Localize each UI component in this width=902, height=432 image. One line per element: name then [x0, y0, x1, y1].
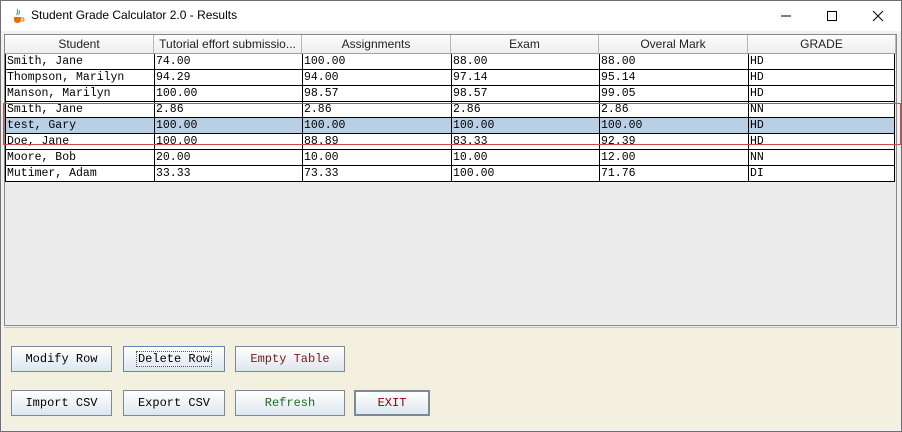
export-csv-label: Export CSV — [137, 396, 210, 410]
cell-assignments[interactable]: 73.33 — [303, 166, 452, 181]
cell-tutorial[interactable]: 94.29 — [155, 70, 303, 85]
close-button[interactable] — [855, 1, 901, 31]
cell-student[interactable]: Moore, Bob — [6, 150, 155, 165]
cell-overall-mark[interactable]: 92.39 — [600, 134, 749, 149]
export-csv-button[interactable]: Export CSV — [123, 390, 225, 416]
column-header-grade[interactable]: GRADE — [748, 35, 896, 53]
cell-assignments[interactable]: 98.57 — [303, 86, 452, 101]
cell-grade[interactable]: HD — [749, 118, 894, 133]
maximize-icon — [827, 11, 837, 21]
cell-grade[interactable]: HD — [749, 134, 894, 149]
cell-assignments[interactable]: 100.00 — [303, 54, 452, 69]
cell-overall-mark[interactable]: 2.86 — [600, 102, 749, 117]
column-header-exam[interactable]: Exam — [451, 35, 599, 53]
cell-overall-mark[interactable]: 95.14 — [600, 70, 749, 85]
refresh-label: Refresh — [264, 396, 316, 410]
empty-table-label: Empty Table — [250, 352, 330, 366]
modify-row-button[interactable]: Modify Row — [11, 346, 112, 372]
cell-student[interactable]: Thompson, Marilyn — [6, 70, 155, 85]
results-table[interactable]: Student Tutorial effort submissio... Ass… — [3, 34, 901, 326]
column-header-overall-mark[interactable]: Overal Mark — [599, 35, 748, 53]
table-row[interactable]: Manson, Marilyn 100.00 98.57 98.57 99.05… — [6, 85, 894, 101]
cell-exam[interactable]: 100.00 — [452, 118, 600, 133]
cell-student[interactable]: Manson, Marilyn — [6, 86, 155, 101]
cell-tutorial[interactable]: 2.86 — [155, 102, 303, 117]
cell-tutorial[interactable]: 100.00 — [155, 134, 303, 149]
cell-exam[interactable]: 2.86 — [452, 102, 600, 117]
cell-grade[interactable]: NN — [749, 150, 894, 165]
cell-tutorial[interactable]: 100.00 — [155, 118, 303, 133]
close-icon — [872, 10, 884, 22]
cell-overall-mark[interactable]: 100.00 — [600, 118, 749, 133]
cell-exam[interactable]: 97.14 — [452, 70, 600, 85]
cell-tutorial[interactable]: 100.00 — [155, 86, 303, 101]
cell-student[interactable]: Smith, Jane — [6, 54, 155, 69]
table-row[interactable]: Smith, Jane 2.86 2.86 2.86 2.86 NN — [6, 101, 894, 117]
maximize-button[interactable] — [809, 1, 855, 31]
table-row[interactable]: Thompson, Marilyn 94.29 94.00 97.14 95.1… — [6, 69, 894, 85]
modify-row-label: Modify Row — [25, 352, 98, 366]
cell-grade[interactable]: HD — [749, 54, 894, 69]
cell-assignments[interactable]: 100.00 — [303, 118, 452, 133]
delete-row-button[interactable]: Delete Row — [123, 346, 225, 372]
cell-grade[interactable]: HD — [749, 86, 894, 101]
exit-button[interactable]: EXIT — [354, 390, 430, 416]
cell-exam[interactable]: 83.33 — [452, 134, 600, 149]
cell-student[interactable]: Doe, Jane — [6, 134, 155, 149]
window-title: Student Grade Calculator 2.0 - Results — [31, 8, 238, 22]
table-row[interactable]: Smith, Jane 74.00 100.00 88.00 88.00 HD — [6, 54, 894, 69]
cell-tutorial[interactable]: 74.00 — [155, 54, 303, 69]
java-cup-icon — [10, 8, 26, 24]
cell-overall-mark[interactable]: 88.00 — [600, 54, 749, 69]
app-window: Student Grade Calculator 2.0 - Results S… — [0, 0, 902, 432]
minimize-button[interactable] — [763, 1, 809, 31]
table-row[interactable]: Mutimer, Adam 33.33 73.33 100.00 71.76 D… — [6, 165, 894, 181]
column-header-assignments[interactable]: Assignments — [302, 35, 451, 53]
table-row-selected[interactable]: test, Gary 100.00 100.00 100.00 100.00 H… — [6, 117, 894, 133]
cell-exam[interactable]: 88.00 — [452, 54, 600, 69]
cell-tutorial[interactable]: 20.00 — [155, 150, 303, 165]
empty-table-button[interactable]: Empty Table — [235, 346, 345, 372]
cell-grade[interactable]: HD — [749, 70, 894, 85]
refresh-button[interactable]: Refresh — [235, 390, 345, 416]
delete-row-label: Delete Row — [135, 351, 213, 367]
import-csv-button[interactable]: Import CSV — [11, 390, 112, 416]
cell-overall-mark[interactable]: 71.76 — [600, 166, 749, 181]
table-header: Student Tutorial effort submissio... Ass… — [5, 35, 896, 54]
cell-exam[interactable]: 98.57 — [452, 86, 600, 101]
table-row[interactable]: Moore, Bob 20.00 10.00 10.00 12.00 NN — [6, 149, 894, 165]
cell-grade[interactable]: NN — [749, 102, 894, 117]
cell-overall-mark[interactable]: 12.00 — [600, 150, 749, 165]
cell-exam[interactable]: 100.00 — [452, 166, 600, 181]
cell-student[interactable]: test, Gary — [6, 118, 155, 133]
cell-grade[interactable]: DI — [749, 166, 894, 181]
cell-assignments[interactable]: 88.89 — [303, 134, 452, 149]
cell-assignments[interactable]: 2.86 — [303, 102, 452, 117]
cell-student[interactable]: Smith, Jane — [6, 102, 155, 117]
minimize-icon — [781, 15, 791, 17]
cell-tutorial[interactable]: 33.33 — [155, 166, 303, 181]
button-panel: Modify Row Delete Row Empty Table Import… — [4, 327, 899, 429]
cell-exam[interactable]: 10.00 — [452, 150, 600, 165]
table-row[interactable]: Doe, Jane 100.00 88.89 83.33 92.39 HD — [6, 133, 894, 149]
cell-overall-mark[interactable]: 99.05 — [600, 86, 749, 101]
column-header-tutorial[interactable]: Tutorial effort submissio... — [154, 35, 302, 53]
import-csv-label: Import CSV — [25, 396, 98, 410]
title-bar[interactable]: Student Grade Calculator 2.0 - Results — [1, 1, 901, 31]
cell-assignments[interactable]: 10.00 — [303, 150, 452, 165]
exit-label: EXIT — [377, 396, 407, 410]
column-header-student[interactable]: Student — [5, 35, 154, 53]
cell-assignments[interactable]: 94.00 — [303, 70, 452, 85]
table-body: Smith, Jane 74.00 100.00 88.00 88.00 HD … — [5, 54, 895, 182]
cell-student[interactable]: Mutimer, Adam — [6, 166, 155, 181]
